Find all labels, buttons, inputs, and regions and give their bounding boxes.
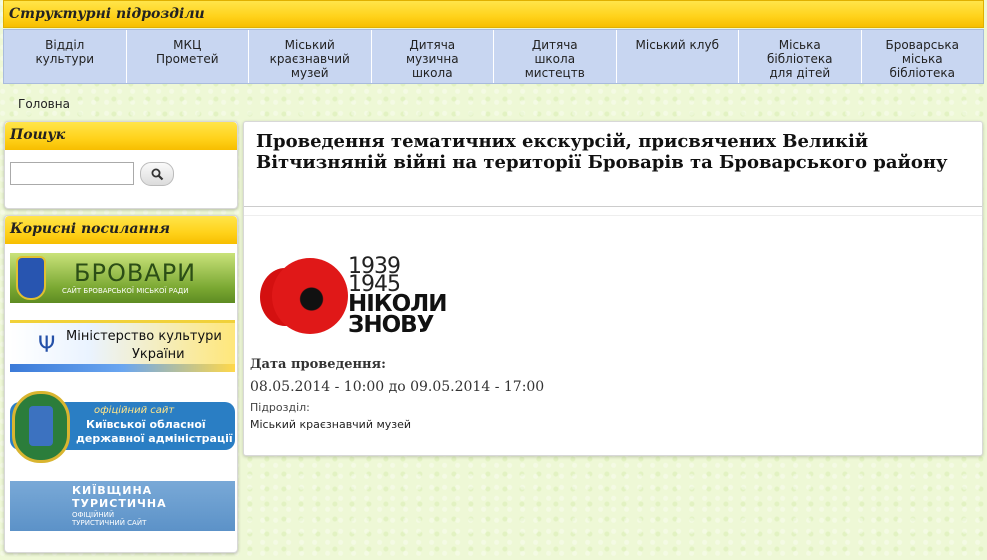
- tourism-banner-line1: КИЇВЩИНА: [72, 484, 153, 497]
- unit-value: Міський краєзнавчий музей: [250, 418, 412, 431]
- poppy-icon: [272, 258, 348, 334]
- nav-label-line: музей: [290, 66, 329, 80]
- kyiv-banner-line2: Київської обласної: [86, 418, 206, 431]
- useful-links-title: Корисні посилання: [5, 216, 237, 244]
- brovary-banner-link[interactable]: БРОВАРИ САЙТ БРОВАРСЬКОЇ МІСЬКОЇ РАДИ: [10, 253, 235, 303]
- nav-label-line: Міський клуб: [635, 38, 719, 52]
- event-date-value: 08.05.2014 - 10:00 до 09.05.2014 - 17:00: [250, 379, 545, 395]
- nav-label-line: Міська: [778, 38, 821, 52]
- nav-label-line: Дитяча: [409, 38, 456, 52]
- nav-label-line: бібліотека: [889, 66, 955, 80]
- tourism-banner-line2: ТУРИСТИЧНА: [72, 497, 167, 510]
- nav-label-line: краєзнавчий: [269, 52, 350, 66]
- nav-label-line: школа: [411, 66, 453, 80]
- nav-label-line: Міський: [284, 38, 335, 52]
- nav-item-mkc-prometei[interactable]: МКЦ Прометей: [126, 30, 249, 83]
- nav-label-line: Броварська: [885, 38, 959, 52]
- trident-icon: Ψ: [38, 333, 56, 358]
- unit-label: Підрозділ:: [250, 401, 310, 414]
- structural-units-header: Структурні підрозділи: [3, 0, 984, 28]
- nav-label-line: МКЦ: [173, 38, 202, 52]
- content-divider: [244, 215, 982, 216]
- nav-label-line: мистецтв: [524, 66, 585, 80]
- nav-item-city-club[interactable]: Міський клуб: [616, 30, 739, 83]
- kyiv-banner-line1: офіційний сайт: [94, 405, 175, 416]
- nav-item-art-school[interactable]: Дитяча школа мистецтв: [494, 30, 617, 83]
- brovary-banner-title: БРОВАРИ: [74, 259, 197, 287]
- kyiv-banner-line3: державної адміністрації: [76, 432, 233, 445]
- nav-label-line: музична: [405, 52, 459, 66]
- nav-item-city-museum[interactable]: Міський краєзнавчий музей: [249, 30, 372, 83]
- search-button[interactable]: [140, 162, 174, 186]
- nav-item-music-school[interactable]: Дитяча музична школа: [371, 30, 494, 83]
- kyiv-tourism-banner-link[interactable]: КИЇВЩИНА ТУРИСТИЧНА ОФІЦІЙНИЙ ТУРИСТИЧНИ…: [10, 481, 235, 531]
- tourism-banner-line4: ТУРИСТИЧНИЙ САЙТ: [72, 519, 147, 527]
- tourism-banner-line3: ОФІЦІЙНИЙ: [72, 511, 115, 519]
- ministry-culture-banner-link[interactable]: Ψ Міністерство культури України: [10, 320, 235, 372]
- banner-stripe: [10, 364, 235, 372]
- nav-label-line: Прометей: [155, 52, 219, 66]
- nav-label-line: міська: [901, 52, 943, 66]
- poster-slogan-line2: ЗНОВУ: [348, 312, 434, 338]
- search-block-title: Пошук: [5, 122, 237, 150]
- nav-item-culture-dept[interactable]: Відділ культури: [4, 30, 127, 83]
- search-input[interactable]: [10, 162, 134, 185]
- event-date-label: Дата проведення:: [250, 357, 386, 372]
- kyiv-oblast-seal-icon: [12, 391, 70, 463]
- event-poster-image: 1939 1945 НІКОЛИ ЗНОВУ: [250, 226, 450, 346]
- ministry-banner-line2: України: [132, 347, 185, 362]
- units-nav: Відділ культури МКЦ Прометей Міський кра…: [3, 29, 984, 84]
- useful-links-block: Корисні посилання БРОВАРИ САЙТ БРОВАРСЬК…: [4, 215, 238, 553]
- search-icon: [151, 168, 163, 180]
- nav-label-line: для дітей: [769, 66, 831, 80]
- nav-label-line: Дитяча: [531, 38, 578, 52]
- kyiv-oblast-admin-banner-link[interactable]: офіційний сайт Київської обласної держав…: [10, 391, 235, 465]
- nav-label-line: бібліотека: [767, 52, 833, 66]
- article-title: Проведення тематичних екскурсій, присвяч…: [256, 131, 948, 173]
- breadcrumb-home-link[interactable]: Головна: [18, 97, 70, 111]
- brovary-crest-icon: [16, 256, 46, 300]
- nav-label-line: Відділ: [45, 38, 85, 52]
- nav-item-city-library[interactable]: Броварська міська бібліотека: [861, 30, 983, 83]
- brovary-banner-subtitle: САЙТ БРОВАРСЬКОЇ МІСЬКОЇ РАДИ: [62, 287, 189, 295]
- nav-item-children-library[interactable]: Міська бібліотека для дітей: [739, 30, 862, 83]
- event-article: Проведення тематичних екскурсій, присвяч…: [243, 121, 983, 456]
- nav-label-line: школа: [534, 52, 576, 66]
- search-block: Пошук: [4, 121, 238, 209]
- nav-label-line: культури: [35, 52, 95, 66]
- ministry-banner-line1: Міністерство культури: [66, 329, 222, 344]
- title-divider: [244, 206, 982, 207]
